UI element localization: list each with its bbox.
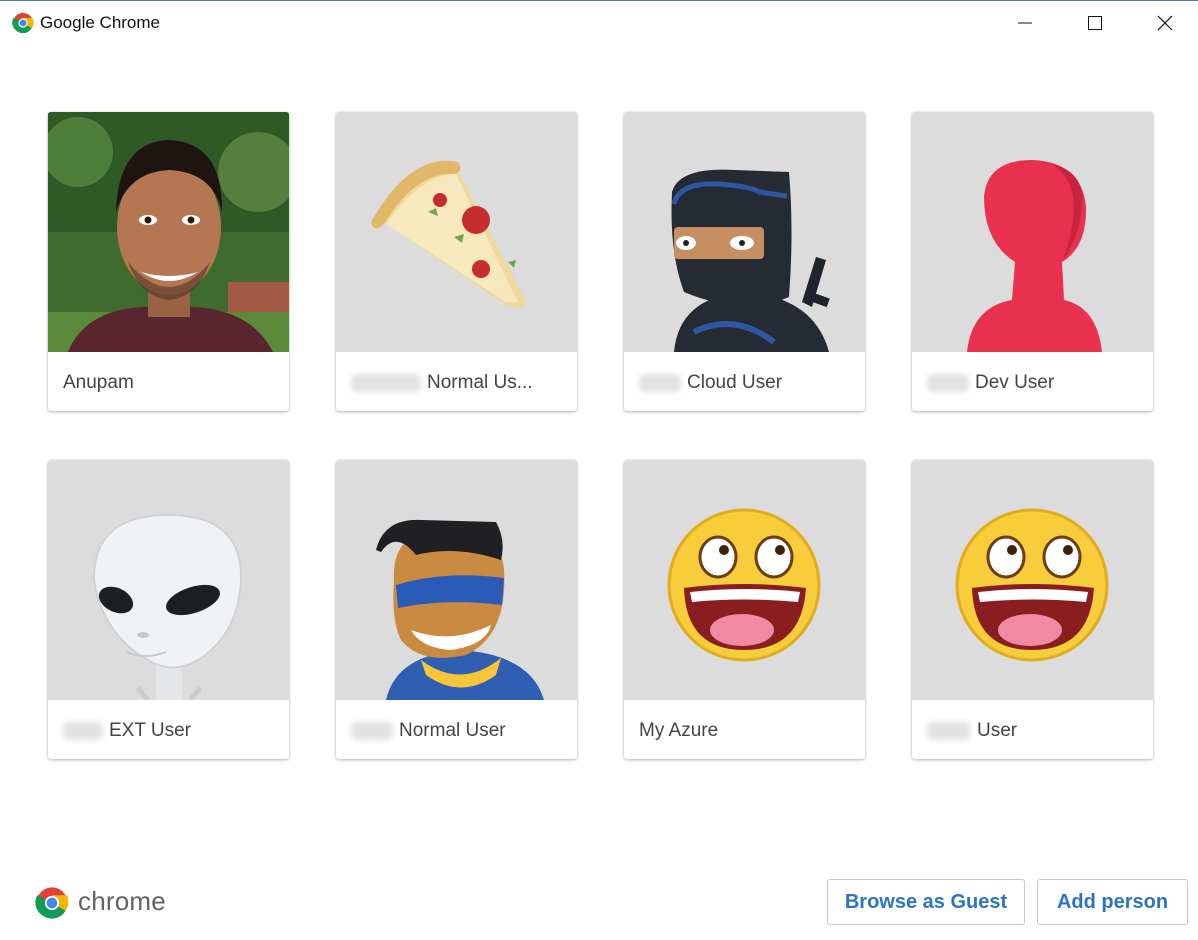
minimize-button[interactable] (990, 1, 1060, 45)
profile-card-dev-user[interactable]: Dev User (912, 112, 1153, 411)
profile-card-ext-user[interactable]: EXT User (48, 460, 289, 759)
profile-photo (48, 112, 289, 352)
redacted-text (351, 722, 393, 740)
add-person-button[interactable]: Add person (1037, 879, 1188, 925)
close-icon (1157, 15, 1173, 31)
person-photo-icon (48, 112, 289, 352)
profile-name: Anupam (63, 372, 134, 393)
profile-card-normal-us[interactable]: Normal Us... (336, 112, 577, 411)
awesome-smiley-icon (955, 508, 1109, 662)
profile-name: EXT User (63, 720, 279, 742)
redacted-text (351, 374, 421, 392)
alien-icon (92, 513, 243, 700)
maximize-button[interactable] (1060, 1, 1130, 45)
profile-avatar (48, 460, 289, 700)
awesome-smiley-icon (667, 508, 821, 662)
profile-name: My Azure (639, 720, 719, 741)
profile-card-normal-user[interactable]: Normal User (336, 460, 577, 759)
close-button[interactable] (1130, 1, 1198, 45)
minimize-icon (1018, 22, 1032, 24)
profile-card-anupam[interactable]: Anupam (48, 112, 289, 411)
redacted-text (63, 722, 103, 740)
profile-avatar (912, 460, 1153, 700)
ninja-icon (671, 169, 830, 352)
profile-name: Normal Us... (351, 372, 567, 394)
redacted-text (927, 374, 969, 392)
chrome-logo-icon (35, 887, 69, 919)
profile-avatar (912, 112, 1153, 352)
pizza-icon (371, 160, 526, 308)
redacted-text (927, 722, 971, 740)
superhero-icon (376, 519, 544, 700)
profile-name: Normal User (351, 720, 567, 742)
profile-avatar (336, 112, 577, 352)
profile-avatar (336, 460, 577, 700)
profile-card-cloud-user[interactable]: Cloud User (624, 112, 865, 411)
red-silhouette-icon (967, 160, 1102, 352)
maximize-icon (1088, 16, 1102, 30)
window-title: Google Chrome (40, 13, 161, 32)
profile-name: Cloud User (639, 372, 855, 394)
profile-card-user[interactable]: User (912, 460, 1153, 759)
redacted-text (639, 374, 681, 392)
profile-avatar (624, 460, 865, 700)
profile-avatar (624, 112, 865, 352)
chrome-logo-icon (12, 12, 34, 34)
profile-name: User (927, 720, 1143, 742)
browse-as-guest-button[interactable]: Browse as Guest (827, 879, 1025, 925)
profile-card-my-azure[interactable]: My Azure (624, 460, 865, 759)
profile-name: Dev User (927, 372, 1143, 394)
chrome-brand-text: chrome (78, 886, 166, 916)
